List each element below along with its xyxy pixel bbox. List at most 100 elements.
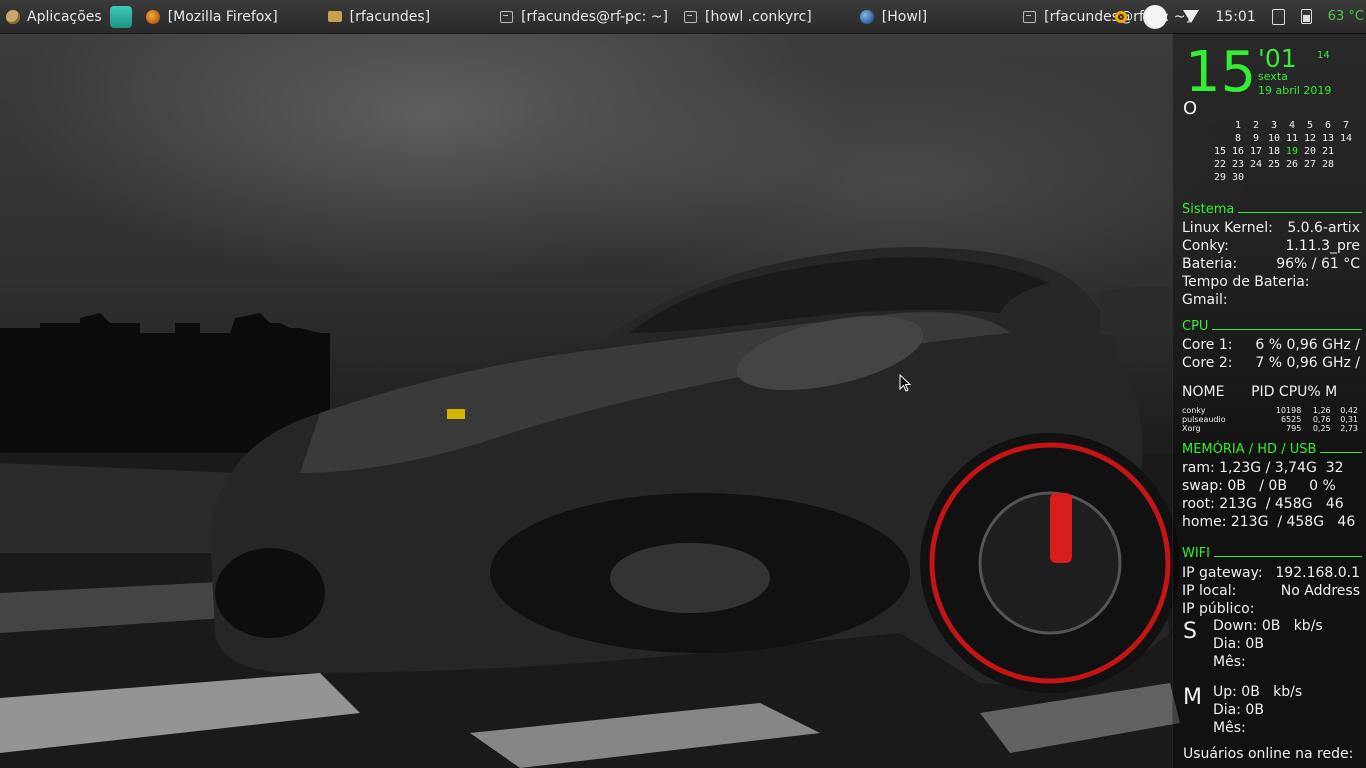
cpu-temperature: 63 °C xyxy=(1327,9,1364,24)
media-player-icon[interactable] xyxy=(1115,10,1128,23)
taskbar-item-folder[interactable]: [rfacundes] xyxy=(320,0,438,33)
process-pid: 795 xyxy=(1286,424,1302,433)
calendar-day xyxy=(1211,132,1229,145)
calendar-day: 13 xyxy=(1321,133,1335,144)
wifi-icon[interactable] xyxy=(1183,10,1200,23)
conky-glyph: O xyxy=(1183,98,1198,119)
row-label: Core 1: xyxy=(1182,337,1233,353)
taskbar-item-label: [Howl] xyxy=(881,8,928,25)
process-name: Xorg xyxy=(1182,424,1201,433)
calendar-day xyxy=(1337,171,1355,184)
applications-menu-label: Aplicações xyxy=(27,8,102,25)
calendar-day: 8 xyxy=(1234,133,1242,144)
calendar-day xyxy=(1301,171,1319,184)
calendar-day: 11 xyxy=(1285,133,1299,144)
upload-month: Mês: xyxy=(1213,720,1246,736)
local-ip-row: IP local: No Address xyxy=(1182,582,1364,600)
panel-clock[interactable]: 15:01 xyxy=(1215,9,1255,25)
row-label: Core 2: xyxy=(1182,355,1233,371)
row-label: Bateria: xyxy=(1182,256,1238,272)
calendar-day: 6 xyxy=(1324,120,1332,131)
section-title: Sistema xyxy=(1182,202,1235,217)
calendar-day xyxy=(1319,171,1337,184)
calendar-day xyxy=(1337,145,1355,158)
calendar-day: 4 xyxy=(1288,120,1296,131)
clipboard-icon[interactable] xyxy=(1271,8,1285,25)
process-name: conky xyxy=(1182,406,1206,415)
calendar-day: 2 xyxy=(1252,120,1260,131)
desktop-wallpaper xyxy=(0,33,1366,768)
row-label: Gmail: xyxy=(1182,292,1228,308)
app-launcher-icon[interactable] xyxy=(109,5,132,28)
calendar-day: 25 xyxy=(1267,159,1281,170)
process-mem: 0,31 xyxy=(1340,415,1358,424)
calendar-day: 10 xyxy=(1267,133,1281,144)
conky-weekday: sexta xyxy=(1258,70,1288,83)
calendar-day: 16 xyxy=(1231,146,1245,157)
taskbar-item-label: [howl .conkyrc] xyxy=(704,8,812,25)
upload-glyph: M xyxy=(1183,685,1202,710)
process-pid: 10198 xyxy=(1275,406,1302,415)
conky-calendar: 1 2 3 4 5 6 7 8 9 10 11 12 13 14 15 16 17 18 19 20 21 22 23 24 2… xyxy=(1211,119,1355,184)
moon-icon[interactable] xyxy=(1143,4,1168,29)
taskbar-item-howl-conkyrc[interactable]: [howl .conkyrc] xyxy=(676,0,820,33)
taskbar-item-terminal-1[interactable]: [rfacundes@rf-pc: ~] xyxy=(492,0,676,33)
system-tray: 15:01 63 °C xyxy=(1107,0,1366,33)
folder-icon xyxy=(327,11,342,22)
battery-row: Bateria: 96% / 61 °C xyxy=(1182,255,1364,273)
home-row: home: 213G / 458G 46 xyxy=(1182,514,1356,530)
calendar-day xyxy=(1211,119,1229,132)
process-cpu: 0,25 xyxy=(1312,424,1331,433)
process-table-header: NOME PID CPU% M xyxy=(1182,384,1338,400)
row-label: IP gateway: xyxy=(1182,565,1263,581)
calendar-day: 17 xyxy=(1249,146,1263,157)
conky-clock-minute: '01 xyxy=(1258,44,1297,73)
terminal-icon xyxy=(1023,10,1037,23)
row-value: 6 % 0,96 GHz / xyxy=(1255,337,1360,353)
root-row: root: 213G / 458G 46 xyxy=(1182,496,1344,512)
process-name: pulseaudio xyxy=(1182,415,1226,424)
terminal-icon xyxy=(500,10,514,23)
process-row: Xorg 795 0,25 2,73 xyxy=(1182,424,1358,433)
section-header-cpu: CPU xyxy=(1182,318,1362,336)
process-mem: 2,73 xyxy=(1340,424,1358,433)
calendar-day: 22 xyxy=(1213,159,1227,170)
taskbar-item-howl[interactable]: [Howl] xyxy=(852,0,935,33)
calendar-day: 12 xyxy=(1303,133,1317,144)
process-mem: 0,42 xyxy=(1340,406,1358,415)
battery-time-row: Tempo de Bateria: xyxy=(1182,273,1364,291)
process-row: pulseaudio 6525 0,76 0,31 xyxy=(1182,415,1358,424)
applications-menu[interactable]: Aplicações xyxy=(0,0,108,33)
calendar-day: 21 xyxy=(1321,146,1335,157)
section-title: WIFI xyxy=(1182,546,1210,561)
gateway-row: IP gateway: 192.168.0.1 xyxy=(1182,564,1364,582)
taskbar-item-firefox[interactable]: [Mozilla Firefox] xyxy=(138,0,286,33)
calendar-day: 3 xyxy=(1270,120,1278,131)
core-2-row: Core 2: 7 % 0,96 GHz / xyxy=(1182,354,1364,372)
core-1-row: Core 1: 6 % 0,96 GHz / xyxy=(1182,336,1364,354)
calendar-day: 26 xyxy=(1285,159,1299,170)
calendar-day: 14 xyxy=(1339,133,1353,144)
calendar-day: 27 xyxy=(1303,159,1317,170)
calendar-week: 1234567 xyxy=(1211,119,1355,132)
row-label: IP local: xyxy=(1182,583,1237,599)
firefox-icon xyxy=(145,9,160,24)
gmail-row: Gmail: xyxy=(1182,291,1364,309)
users-online-row: Usuários online na rede: xyxy=(1183,746,1354,762)
battery-icon[interactable] xyxy=(1300,9,1312,24)
public-ip-row: IP público: xyxy=(1182,600,1364,618)
taskbar-item-label: [rfacundes@rf-pc: ~] xyxy=(521,8,668,25)
row-value: 1.11.3_pre xyxy=(1285,238,1360,254)
process-row: conky 10198 1,26 0,42 xyxy=(1182,406,1358,415)
row-label: Conky: xyxy=(1182,238,1229,254)
upload-day: Dia: 0B xyxy=(1213,702,1264,718)
calendar-week: 15 16 17 18 19 20 21 xyxy=(1211,145,1355,158)
download-speed: Down: 0B kb/s xyxy=(1213,618,1323,634)
calendar-day: 5 xyxy=(1306,120,1314,131)
conky-version-row: Conky: 1.11.3_pre xyxy=(1182,237,1364,255)
calendar-day: 19 xyxy=(1285,146,1299,157)
calendar-day: 9 xyxy=(1252,133,1260,144)
calendar-day xyxy=(1337,158,1355,171)
calendar-day: 18 xyxy=(1267,146,1281,157)
row-label: Linux Kernel: xyxy=(1182,220,1273,236)
